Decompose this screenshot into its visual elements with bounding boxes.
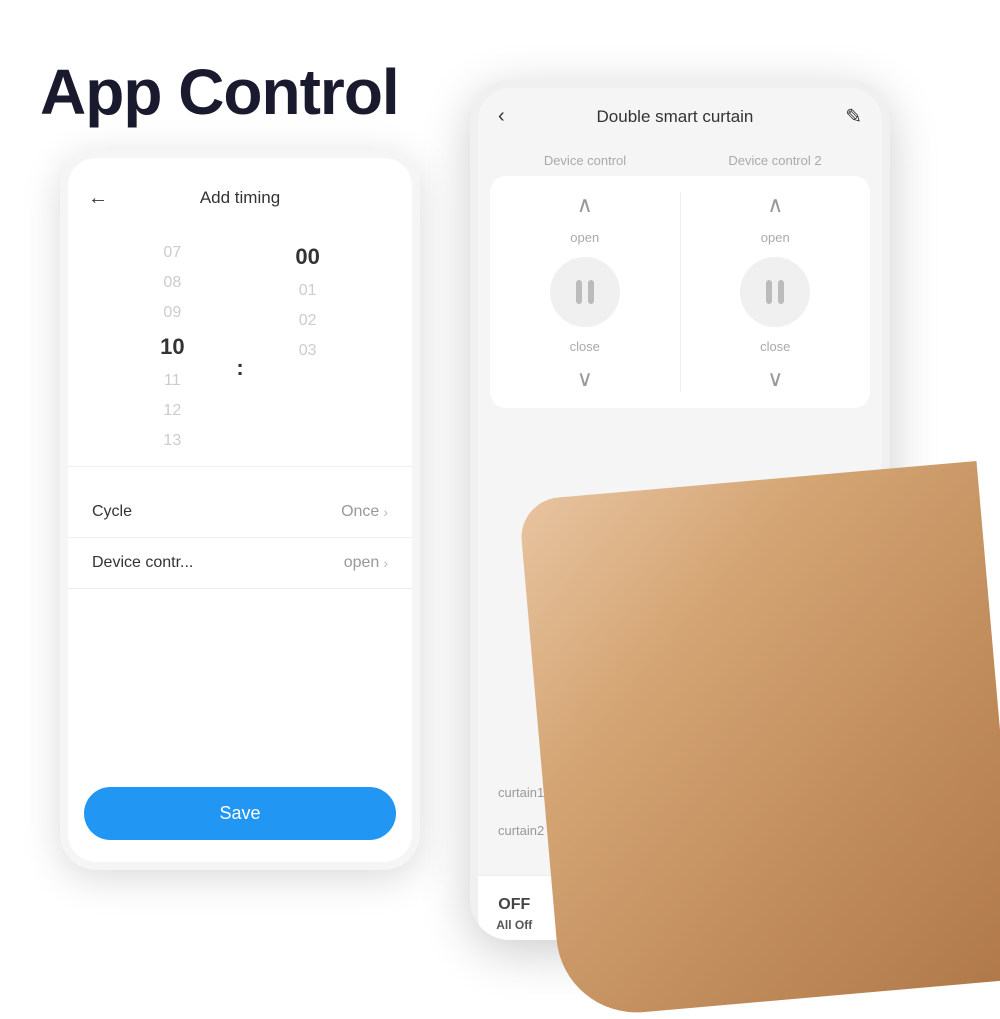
hour-08: 08: [112, 268, 232, 298]
minute-01: 01: [248, 276, 368, 306]
controls-divider: [680, 192, 681, 392]
device-value: open ›: [344, 554, 388, 572]
hand-overlay: [518, 461, 1000, 1019]
phone-left: ← Add timing 07 08 09 10 11 12 13 : 00 0…: [60, 150, 420, 870]
cycle-label: Cycle: [92, 503, 132, 521]
save-button-area: Save: [84, 787, 396, 840]
col2-down-arrow[interactable]: ∨: [767, 366, 783, 392]
hour-12: 12: [112, 396, 232, 426]
col1-down-arrow[interactable]: ∨: [577, 366, 593, 392]
minute-02: 02: [248, 306, 368, 336]
col2-pause-button[interactable]: [740, 257, 810, 327]
timing-header: ← Add timing: [68, 178, 412, 218]
cycle-row[interactable]: Cycle Once ›: [68, 487, 412, 538]
time-picker[interactable]: 07 08 09 10 11 12 13 : 00 01 02 03: [68, 228, 412, 467]
col1-header: Device control: [490, 153, 680, 168]
device-control-row[interactable]: Device contr... open ›: [68, 538, 412, 589]
minute-col[interactable]: 00 01 02 03: [248, 238, 368, 456]
col1-close-label: close: [570, 339, 600, 354]
curtain-header: ‹ Double smart curtain ✎: [478, 88, 882, 145]
hour-col[interactable]: 07 08 09 10 11 12 13: [112, 238, 232, 456]
all-off-label: All Off: [496, 918, 532, 932]
all-off-button[interactable]: OFF All Off: [496, 896, 532, 932]
col2-header: Device control 2: [680, 153, 870, 168]
device-label: Device contr...: [92, 554, 193, 572]
hour-09: 09: [112, 298, 232, 328]
col1-pause-button[interactable]: [550, 257, 620, 327]
minute-00: 00: [248, 238, 368, 276]
col1-pause-icon: [576, 280, 594, 304]
curtain-title: Double smart curtain: [597, 107, 754, 127]
time-colon: :: [232, 280, 247, 456]
col1-open-label: open: [570, 230, 599, 245]
all-off-icon: OFF: [498, 896, 530, 914]
timing-title: Add timing: [200, 188, 280, 208]
save-button[interactable]: Save: [84, 787, 396, 840]
hour-13: 13: [112, 426, 232, 456]
minute-03: 03: [248, 336, 368, 366]
curtain-back-button[interactable]: ‹: [498, 105, 505, 128]
curtain-edit-button[interactable]: ✎: [845, 104, 862, 129]
col2-up-arrow[interactable]: ∧: [767, 192, 783, 218]
back-button[interactable]: ←: [88, 187, 108, 210]
hour-10: 10: [112, 328, 232, 366]
col1-up-arrow[interactable]: ∧: [577, 192, 593, 218]
col2-open-label: open: [761, 230, 790, 245]
hour-07: 07: [112, 238, 232, 268]
control-col-2: ∧ open close ∨: [697, 192, 855, 392]
control-col-1: ∧ open close ∨: [506, 192, 664, 392]
col2-close-label: close: [760, 339, 790, 354]
col2-pause-icon: [766, 280, 784, 304]
hour-11: 11: [112, 366, 232, 396]
page-title: App Control: [40, 55, 399, 129]
controls-area: ∧ open close ∨ ∧ open: [490, 176, 870, 408]
control-column-headers: Device control Device control 2: [478, 145, 882, 176]
cycle-value: Once ›: [341, 503, 388, 521]
